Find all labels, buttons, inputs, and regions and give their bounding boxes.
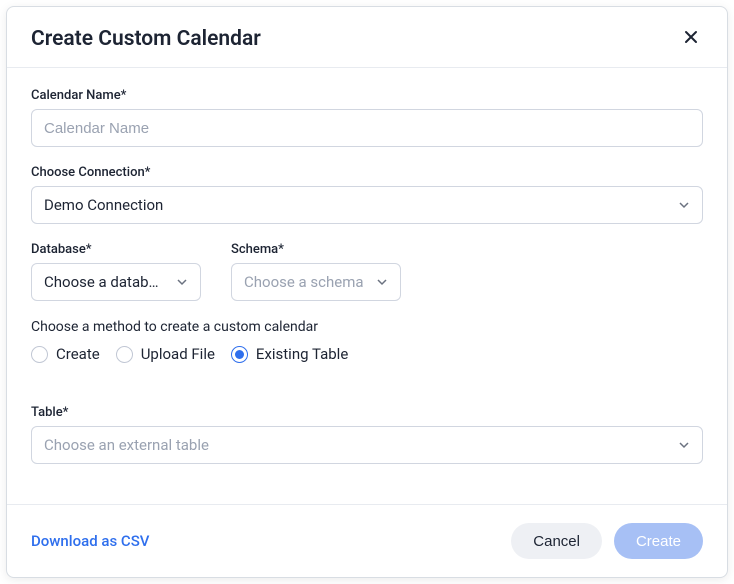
database-select[interactable]: Choose a database	[31, 263, 201, 301]
radio-upload-file[interactable]: Upload File	[116, 345, 215, 363]
radio-icon	[116, 346, 133, 363]
table-select[interactable]: Choose an external table	[31, 426, 703, 464]
method-radio-group: Create Upload File Existing Table	[31, 345, 703, 363]
modal-title: Create Custom Calendar	[31, 27, 261, 51]
database-field: Database* Choose a database	[31, 242, 201, 301]
method-field: Choose a method to create a custom calen…	[31, 319, 703, 363]
chevron-down-icon	[176, 276, 188, 288]
modal-header: Create Custom Calendar	[7, 7, 727, 68]
calendar-name-input[interactable]	[31, 109, 703, 147]
close-button[interactable]	[679, 25, 703, 53]
table-label: Table*	[31, 405, 703, 420]
connection-value: Demo Connection	[44, 196, 666, 214]
schema-field: Schema* Choose a schema	[231, 242, 401, 301]
radio-dot-icon	[235, 350, 244, 359]
table-field: Table* Choose an external table	[31, 405, 703, 464]
calendar-name-field: Calendar Name*	[31, 88, 703, 147]
chevron-down-icon	[678, 199, 690, 211]
connection-select[interactable]: Demo Connection	[31, 186, 703, 224]
method-label: Choose a method to create a custom calen…	[31, 319, 703, 335]
radio-icon	[231, 346, 248, 363]
db-schema-row: Database* Choose a database Schema* Choo…	[31, 242, 703, 301]
radio-create[interactable]: Create	[31, 345, 100, 363]
radio-existing-label: Existing Table	[256, 345, 348, 363]
close-icon	[683, 28, 699, 50]
radio-create-label: Create	[56, 345, 100, 363]
create-button[interactable]: Create	[614, 523, 703, 559]
connection-field: Choose Connection* Demo Connection	[31, 165, 703, 224]
radio-icon	[31, 346, 48, 363]
radio-upload-label: Upload File	[141, 345, 215, 363]
chevron-down-icon	[376, 276, 388, 288]
chevron-down-icon	[678, 439, 690, 451]
calendar-name-label: Calendar Name*	[31, 88, 703, 103]
schema-select[interactable]: Choose a schema	[231, 263, 401, 301]
create-calendar-modal: Create Custom Calendar Calendar Name* Ch…	[6, 6, 728, 578]
modal-footer: Download as CSV Cancel Create	[7, 504, 727, 577]
schema-placeholder: Choose a schema	[244, 273, 364, 291]
download-csv-link[interactable]: Download as CSV	[31, 532, 149, 550]
modal-body: Calendar Name* Choose Connection* Demo C…	[7, 68, 727, 504]
radio-existing-table[interactable]: Existing Table	[231, 345, 348, 363]
database-value: Choose a database	[44, 273, 164, 291]
cancel-button[interactable]: Cancel	[511, 523, 602, 559]
connection-label: Choose Connection*	[31, 165, 703, 180]
database-label: Database*	[31, 242, 201, 257]
schema-label: Schema*	[231, 242, 401, 257]
table-placeholder: Choose an external table	[44, 436, 666, 454]
